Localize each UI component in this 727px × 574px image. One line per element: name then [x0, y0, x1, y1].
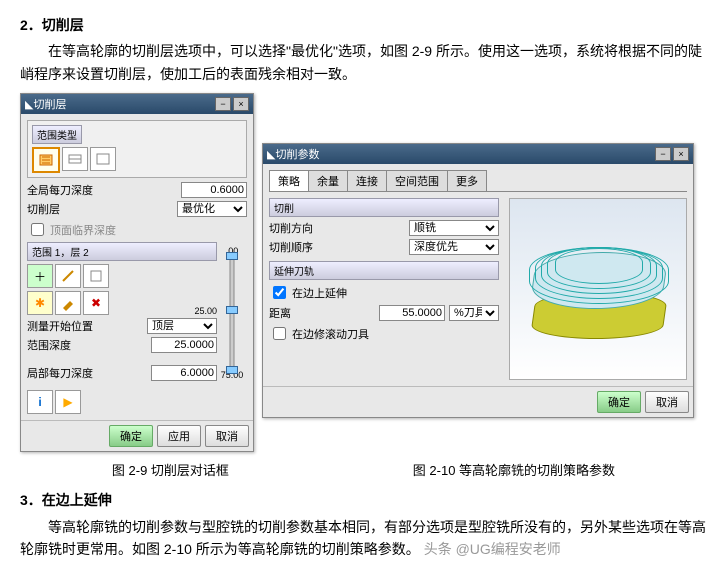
cut-layer-select[interactable]: 最优化: [177, 201, 247, 217]
cut-params-dialog: ◣ 切削参数 − × 策略 余量 连接 空间范围 更多 切削 切削方向顺铣 切削…: [262, 143, 694, 418]
cut-dir-label: 切削方向: [269, 220, 405, 236]
range-mode-3-icon[interactable]: [90, 147, 116, 171]
global-depth-input[interactable]: [181, 182, 247, 198]
tab-space[interactable]: 空间范围: [386, 170, 448, 191]
slider-thumb-bot[interactable]: [226, 366, 238, 374]
depth-slider[interactable]: .00 25.00 75.00: [217, 242, 247, 384]
extend-header: 延伸刀轨: [269, 261, 499, 280]
star-icon[interactable]: ✱: [27, 291, 53, 315]
cut-layer-dialog: ◣ 切削层 − × 范围类型 全局每刀深度 切削层最优化 顶面临界深度 范围 1…: [20, 93, 254, 452]
cancel-button[interactable]: 取消: [645, 391, 689, 413]
preview-3d[interactable]: [509, 198, 687, 380]
tool-icon-1[interactable]: [55, 264, 81, 288]
apply-button[interactable]: 应用: [157, 425, 201, 447]
paragraph-2: 等高轮廓铣的切削参数与型腔铣的切削参数基本相同，有部分选项是型腔铣所没有的，另外…: [20, 516, 707, 561]
top-critical-label: 顶面临界深度: [50, 222, 116, 238]
roll-edge-label: 在边修滚动刀具: [292, 326, 369, 342]
titlebar[interactable]: ◣ 切削参数 − ×: [263, 144, 693, 164]
measure-start-label: 测量开始位置: [27, 318, 143, 334]
range-header: 范围 1，层 2: [27, 242, 217, 261]
distance-input[interactable]: [379, 305, 445, 321]
caption-1: 图 2-9 切削层对话框: [112, 460, 229, 479]
roll-edge-checkbox[interactable]: [273, 327, 286, 340]
slider-mid-val: 25.00: [194, 306, 217, 316]
cancel-button[interactable]: 取消: [205, 425, 249, 447]
pin-icon[interactable]: ◣: [267, 148, 275, 161]
wrench-icon[interactable]: [55, 291, 81, 315]
cut-order-label: 切削顺序: [269, 239, 405, 255]
tab-allowance[interactable]: 余量: [308, 170, 348, 191]
cut-header: 切削: [269, 198, 499, 217]
watermark: 头条 @UG编程安老师: [424, 541, 561, 557]
section-2-title: 切削层: [42, 17, 84, 33]
distance-unit-select[interactable]: %刀具: [449, 305, 499, 321]
cut-order-select[interactable]: 深度优先: [409, 239, 499, 255]
local-depth-label: 局部每刀深度: [27, 365, 147, 381]
tab-connect[interactable]: 连接: [347, 170, 387, 191]
pin-icon[interactable]: ◣: [25, 98, 33, 111]
global-depth-label: 全局每刀深度: [27, 182, 177, 198]
section-3-title: 在边上延伸: [42, 492, 112, 508]
range-depth-label: 范围深度: [27, 337, 147, 353]
distance-label: 距离: [269, 305, 375, 321]
info-icon[interactable]: i: [27, 390, 53, 414]
close-icon[interactable]: ×: [673, 147, 689, 161]
caption-2: 图 2-10 等高轮廓铣的切削策略参数: [413, 460, 615, 479]
add-range-icon[interactable]: ＋: [27, 264, 53, 288]
close-icon[interactable]: ×: [233, 97, 249, 111]
top-critical-checkbox[interactable]: [31, 223, 44, 236]
minimize-icon[interactable]: −: [655, 147, 671, 161]
range-mode-1-icon[interactable]: [32, 147, 60, 173]
ok-button[interactable]: 确定: [109, 425, 153, 447]
cut-layer-label: 切削层: [27, 201, 173, 217]
extend-edge-checkbox[interactable]: [273, 286, 286, 299]
local-depth-input[interactable]: [151, 365, 217, 381]
range-depth-input[interactable]: [151, 337, 217, 353]
measure-start-select[interactable]: 顶层: [147, 318, 217, 334]
dialog-title: 切削层: [33, 96, 66, 112]
range-type-group: 范围类型: [27, 120, 247, 178]
dialog-title: 切削参数: [275, 146, 319, 162]
cut-dir-select[interactable]: 顺铣: [409, 220, 499, 236]
minimize-icon[interactable]: −: [215, 97, 231, 111]
tabs: 策略 余量 连接 空间范围 更多: [269, 170, 687, 192]
slider-thumb-top[interactable]: [226, 252, 238, 260]
section-3-num: 3．: [20, 492, 42, 508]
play-icon[interactable]: ▶: [55, 390, 81, 414]
ok-button[interactable]: 确定: [597, 391, 641, 413]
delete-icon[interactable]: ✖: [83, 291, 109, 315]
range-mode-2-icon[interactable]: [62, 147, 88, 171]
tab-strategy[interactable]: 策略: [269, 170, 309, 191]
section-2-num: 2．: [20, 17, 42, 33]
tool-icon-2[interactable]: [83, 264, 109, 288]
paragraph-1: 在等高轮廓的切削层选项中，可以选择"最优化"选项，如图 2-9 所示。使用这一选…: [20, 40, 707, 85]
titlebar[interactable]: ◣ 切削层 − ×: [21, 94, 253, 114]
range-type-label: 范围类型: [32, 125, 82, 144]
tab-more[interactable]: 更多: [447, 170, 487, 191]
slider-thumb-mid[interactable]: [226, 306, 238, 314]
extend-edge-label: 在边上延伸: [292, 285, 347, 301]
